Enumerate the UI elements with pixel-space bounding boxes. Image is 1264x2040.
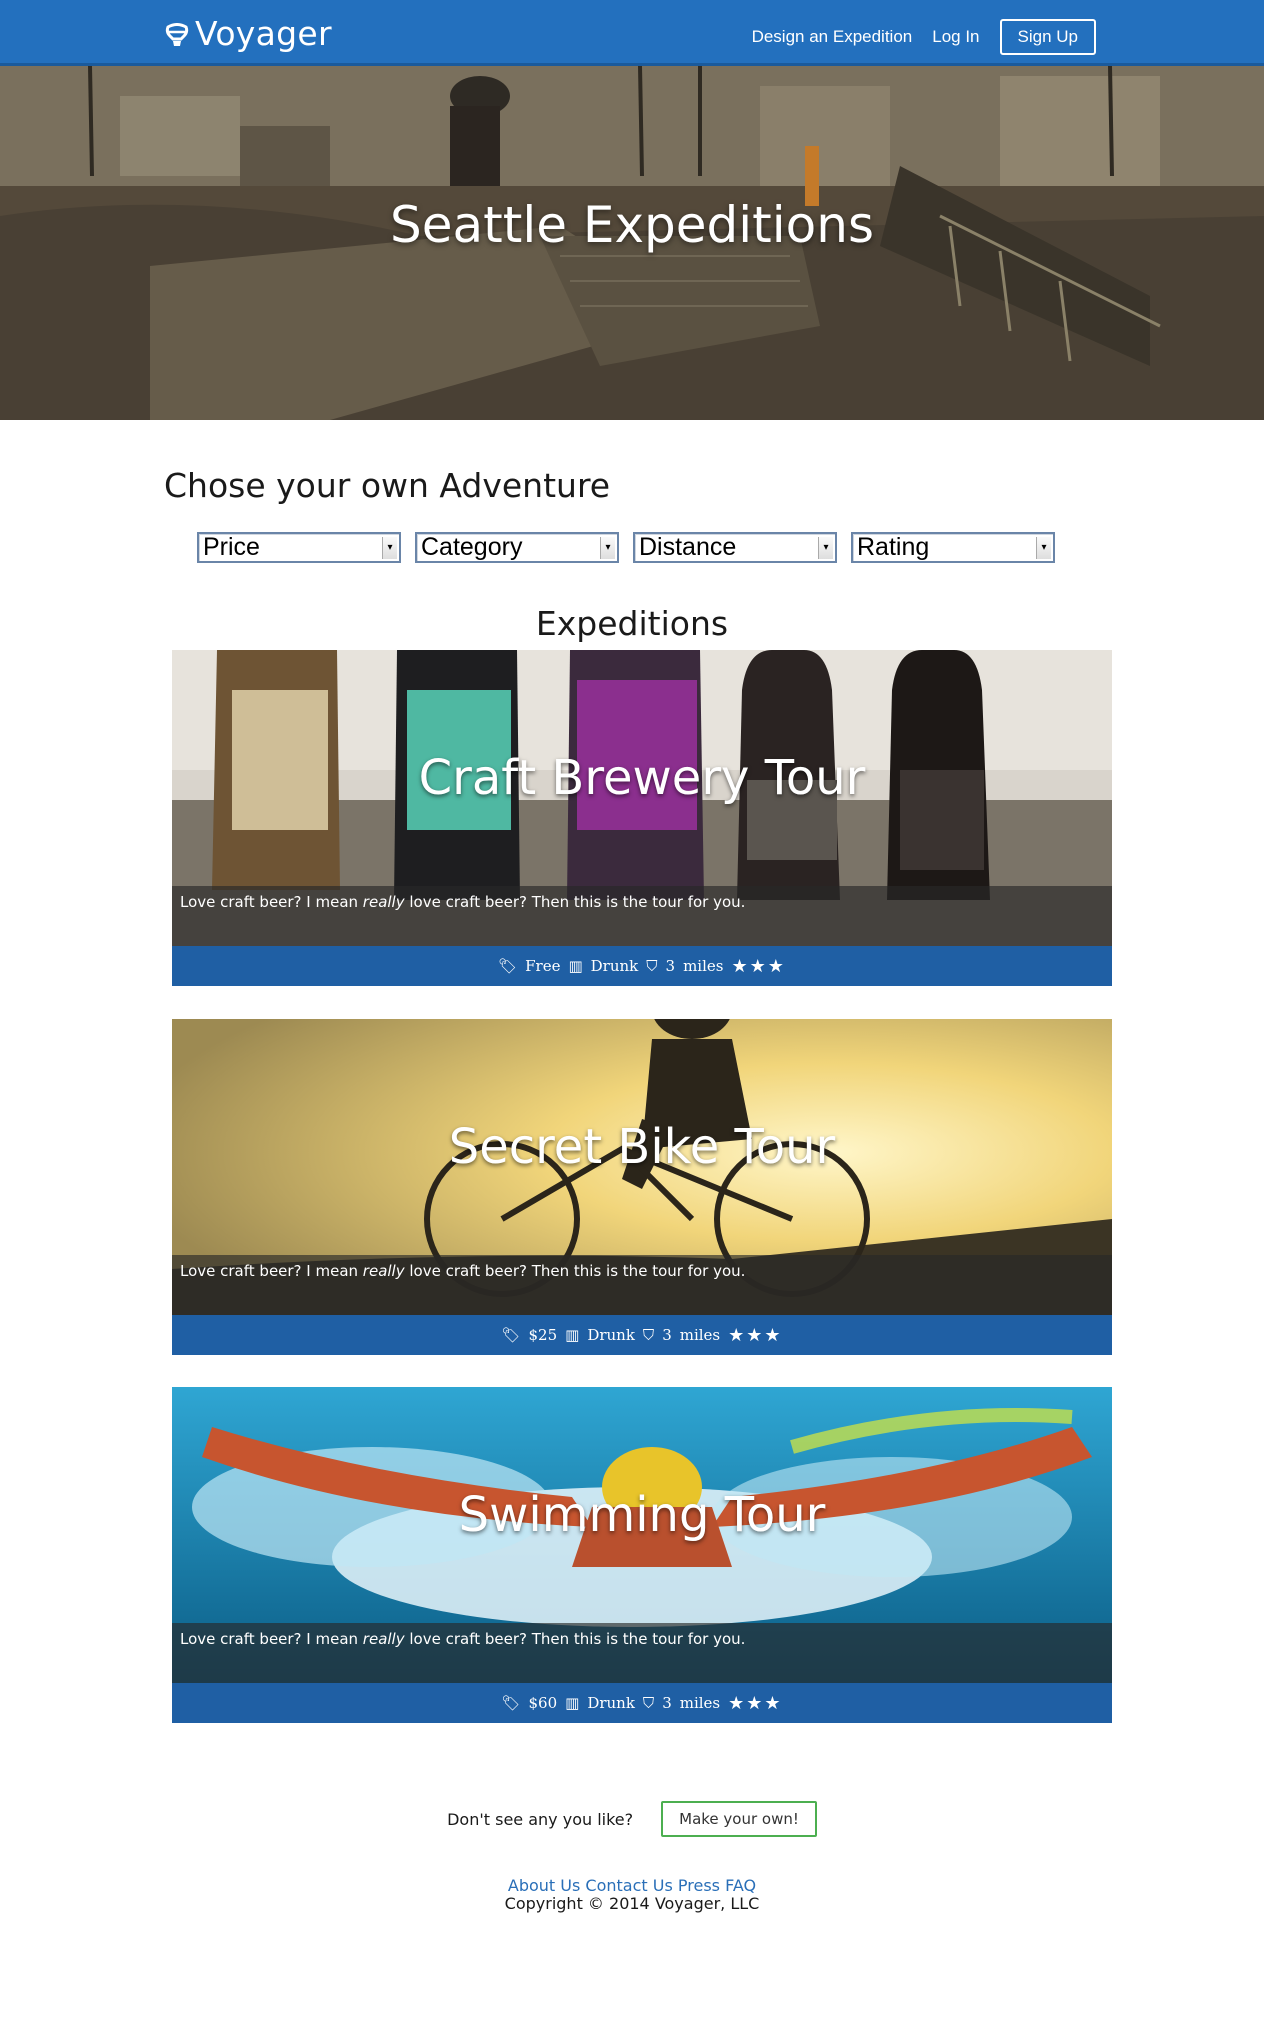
tag-icon: 🏷	[501, 1326, 521, 1344]
expedition-card[interactable]: Secret Bike Tour Love craft beer? I mean…	[172, 1019, 1112, 1355]
chevron-down-icon: ▾	[600, 537, 615, 559]
star-icon: ★★★	[731, 955, 786, 977]
card-desc-post: love craft beer? Then this is the tour f…	[404, 1262, 746, 1280]
card-description: Love craft beer? I mean really love craf…	[172, 1255, 1112, 1315]
category-filter-label: Category	[421, 533, 523, 561]
card-meta-bar: 🏷 $25 ▥ Drunk ⛉ 3 miles ★★★	[172, 1315, 1112, 1355]
chevron-down-icon: ▾	[818, 537, 833, 559]
filter-bar: Price ▾ Category ▾ Distance ▾ Rating ▾	[197, 532, 1055, 563]
card-distance: 3	[665, 957, 676, 975]
expeditions-heading: Expeditions	[535, 604, 729, 643]
card-distance-unit: miles	[679, 1694, 721, 1712]
expedition-card[interactable]: Swimming Tour Love craft beer? I mean re…	[172, 1387, 1112, 1723]
footer-links: About Us Contact Us Press FAQ	[0, 1876, 1264, 1895]
login-link[interactable]: Log In	[932, 27, 979, 47]
footer-link-about[interactable]: About Us	[508, 1876, 580, 1895]
beer-icon: ▥	[565, 1694, 580, 1712]
balloon-icon: ⛉	[642, 1694, 655, 1712]
card-meta-bar: 🏷 $60 ▥ Drunk ⛉ 3 miles ★★★	[172, 1683, 1112, 1723]
navbar: Voyager Design an Expedition Log In Sign…	[0, 0, 1264, 66]
beer-icon: ▥	[568, 957, 583, 975]
card-desc-post: love craft beer? Then this is the tour f…	[404, 893, 746, 911]
card-desc-em: really	[362, 893, 405, 911]
hero-banner: Seattle Expeditions	[0, 66, 1264, 420]
design-expedition-link[interactable]: Design an Expedition	[752, 27, 913, 47]
star-icon: ★★★	[728, 1324, 783, 1346]
signup-button[interactable]: Sign Up	[999, 19, 1096, 55]
card-description: Love craft beer? I mean really love craf…	[172, 1623, 1112, 1683]
card-title[interactable]: Craft Brewery Tour	[172, 750, 1112, 806]
card-category: Drunk	[587, 1326, 635, 1344]
card-desc-pre: Love craft beer? I mean	[180, 1630, 363, 1648]
star-icon: ★★★	[728, 1692, 783, 1714]
balloon-icon	[165, 20, 189, 48]
card-category: Drunk	[587, 1694, 635, 1712]
brand-name: Voyager	[195, 14, 332, 53]
card-title[interactable]: Swimming Tour	[172, 1487, 1112, 1543]
card-description: Love craft beer? I mean really love craf…	[172, 886, 1112, 946]
filters-title: Chose your own Adventure	[164, 466, 611, 505]
copyright: Copyright © 2014 Voyager, LLC	[504, 1894, 760, 1913]
card-distance: 3	[662, 1694, 672, 1712]
rating-filter-label: Rating	[857, 533, 930, 561]
distance-filter-label: Distance	[639, 533, 737, 561]
rating-filter-select[interactable]: Rating ▾	[851, 532, 1055, 563]
footer-link-faq[interactable]: FAQ	[725, 1876, 756, 1895]
category-filter-select[interactable]: Category ▾	[415, 532, 619, 563]
chevron-down-icon: ▾	[382, 537, 397, 559]
hero-title: Seattle Expeditions	[389, 196, 875, 254]
card-desc-em: really	[362, 1630, 405, 1648]
price-filter-select[interactable]: Price ▾	[197, 532, 401, 563]
card-price: Free	[525, 957, 561, 975]
card-price: $60	[528, 1694, 558, 1712]
card-category: Drunk	[590, 957, 639, 975]
chevron-down-icon: ▾	[1036, 537, 1051, 559]
price-filter-label: Price	[203, 533, 260, 561]
nav-links: Design an Expedition Log In Sign Up	[752, 19, 1096, 55]
card-desc-em: really	[362, 1262, 405, 1280]
balloon-icon: ⛉	[642, 1326, 655, 1344]
brand-logo[interactable]: Voyager	[165, 14, 332, 53]
cta-text: Don't see any you like?	[447, 1809, 634, 1829]
beer-icon: ▥	[565, 1326, 580, 1344]
tag-icon: 🏷	[498, 957, 518, 975]
card-distance-unit: miles	[683, 957, 724, 975]
balloon-icon: ⛉	[646, 957, 658, 975]
footer-link-press[interactable]: Press	[678, 1876, 720, 1895]
distance-filter-select[interactable]: Distance ▾	[633, 532, 837, 563]
make-your-own-button[interactable]: Make your own!	[661, 1801, 817, 1837]
card-meta-bar: 🏷 Free ▥ Drunk ⛉ 3 miles ★★★	[172, 946, 1112, 986]
tag-icon: 🏷	[501, 1694, 521, 1712]
card-title[interactable]: Secret Bike Tour	[172, 1119, 1112, 1175]
card-desc-pre: Love craft beer? I mean	[180, 893, 363, 911]
expedition-card[interactable]: Craft Brewery Tour Love craft beer? I me…	[172, 650, 1112, 986]
card-distance-unit: miles	[679, 1326, 721, 1344]
card-price: $25	[528, 1326, 558, 1344]
card-desc-pre: Love craft beer? I mean	[180, 1262, 363, 1280]
make-your-own-section: Don't see any you like? Make your own!	[0, 1801, 1264, 1837]
card-distance: 3	[662, 1326, 672, 1344]
footer-link-contact[interactable]: Contact Us	[585, 1876, 672, 1895]
card-desc-post: love craft beer? Then this is the tour f…	[404, 1630, 746, 1648]
